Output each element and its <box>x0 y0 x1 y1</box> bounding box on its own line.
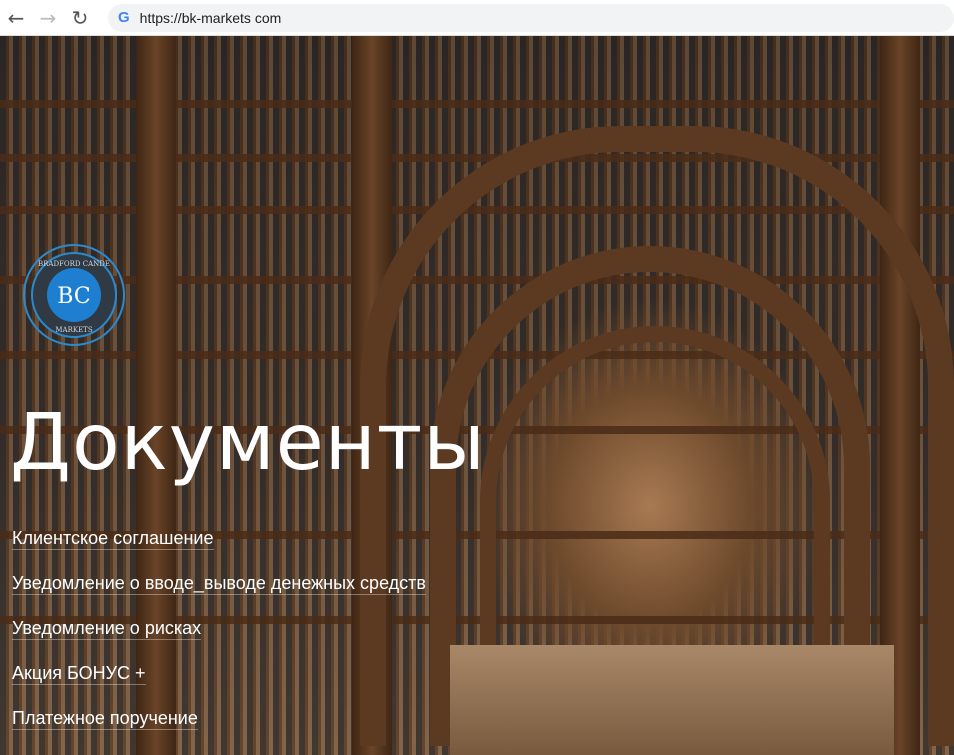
svg-text:MARKETS: MARKETS <box>55 326 93 334</box>
link-risk-notice[interactable]: Уведомление о рисках <box>12 618 202 640</box>
url-text: https://bk-markets com <box>139 9 282 26</box>
documents-list: Клиентское соглашение Уведомление о ввод… <box>12 528 426 753</box>
svg-text:BRADFORD CANDE: BRADFORD CANDE <box>38 260 110 268</box>
page-title: Документы <box>10 398 486 488</box>
link-payment-order[interactable]: Платежное поручение <box>12 708 198 730</box>
google-icon: G <box>118 9 130 26</box>
svg-text:BC: BC <box>57 284 90 309</box>
address-bar[interactable]: G https://bk-markets com <box>108 3 954 32</box>
browser-toolbar: ← → ↻ G https://bk-markets com <box>0 0 954 36</box>
forward-button[interactable]: → <box>32 6 64 30</box>
bradford-cande-logo[interactable]: BC BRADFORD CANDE MARKETS <box>14 240 134 350</box>
reload-button[interactable]: ↻ <box>64 6 96 30</box>
link-deposit-withdrawal-notice[interactable]: Уведомление о вводе_выводе денежных сред… <box>12 573 426 595</box>
back-button[interactable]: ← <box>0 6 32 30</box>
hero-background: BC BRADFORD CANDE MARKETS Документы Клие… <box>0 36 954 755</box>
link-bonus-promo[interactable]: Акция БОНУС + <box>12 663 146 685</box>
link-client-agreement[interactable]: Клиентское соглашение <box>12 528 214 550</box>
